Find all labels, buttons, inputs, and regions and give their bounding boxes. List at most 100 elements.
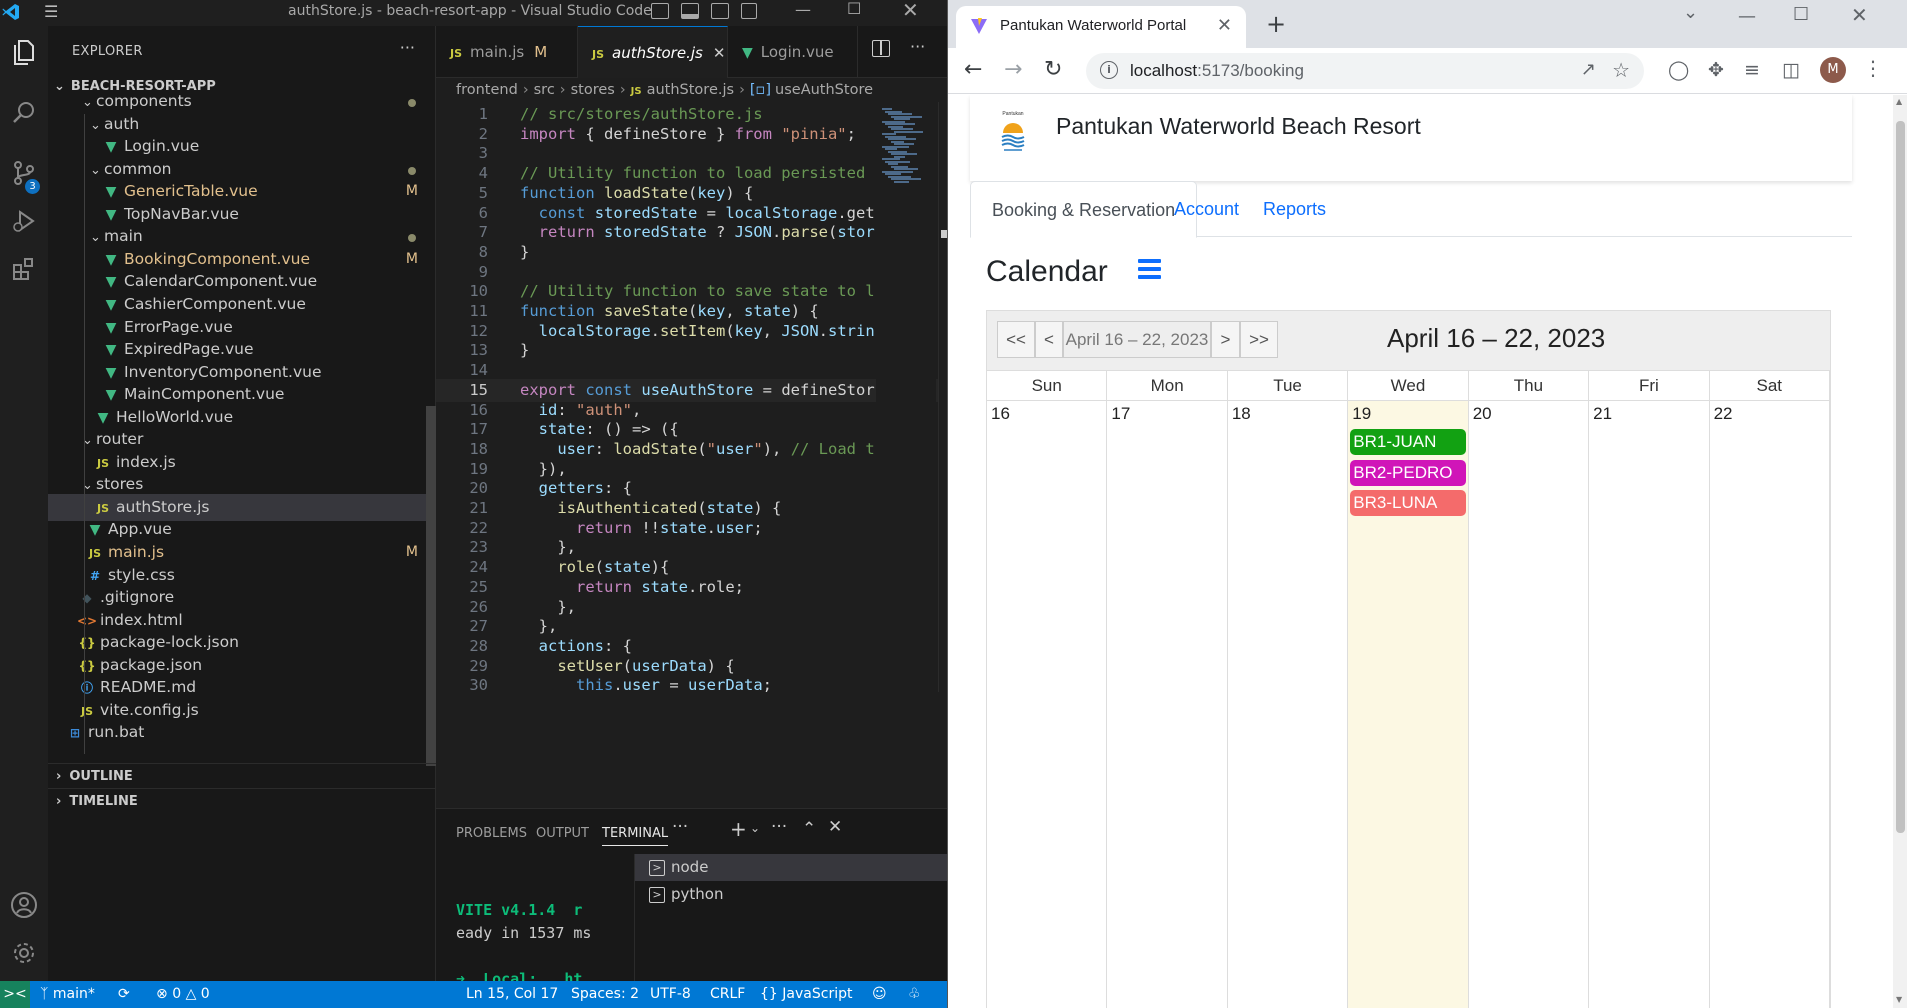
breadcrumb-item[interactable]: stores [571, 82, 615, 98]
media-queue-icon[interactable]: ≡ [1744, 59, 1760, 81]
day-cell[interactable]: 17 [1107, 401, 1228, 1008]
day-number[interactable]: 16 [991, 404, 1010, 424]
next-year-button[interactable]: >> [1240, 321, 1278, 358]
page-scrollbar[interactable]: ▲ ▼ [1893, 95, 1907, 1008]
tab-login-vue[interactable]: ▼ Login.vue [728, 26, 858, 78]
close-window-icon[interactable]: ✕ [902, 0, 919, 22]
accounts-icon[interactable] [4, 891, 44, 931]
toggle-panel-icon[interactable] [681, 3, 699, 19]
tab-output[interactable]: OUTPUT [536, 826, 589, 841]
tab-main-js[interactable]: JS main.js M [436, 26, 578, 78]
explorer-more-icon[interactable]: ··· [400, 38, 415, 57]
remote-icon[interactable]: >< [0, 981, 30, 1008]
chevron-down-icon[interactable]: ⌄ [750, 821, 760, 835]
search-icon[interactable] [4, 98, 44, 138]
resort-logo[interactable]: Pantukan [998, 109, 1028, 159]
code-editor[interactable]: 1// src/stores/authStore.js 2 import { def… [436, 102, 947, 692]
minimize-icon[interactable]: — [1738, 6, 1756, 27]
chrome-menu-icon[interactable]: ⋮ [1863, 56, 1883, 80]
split-editor-icon[interactable] [872, 40, 890, 57]
breadcrumb-item[interactable]: authStore.js [647, 82, 734, 98]
maximize-icon[interactable]: ☐ [847, 0, 861, 18]
panel-more-icon[interactable]: ··· [672, 817, 688, 837]
day-cell[interactable]: 21 [1589, 401, 1710, 1008]
language-mode[interactable]: {} JavaScript [760, 981, 852, 1008]
line-ending[interactable]: CRLF [710, 981, 745, 1008]
explorer-icon[interactable] [4, 38, 44, 78]
day-number[interactable]: 22 [1714, 404, 1733, 424]
customize-layout-icon[interactable] [741, 3, 757, 19]
hamburger-menu-icon[interactable] [1138, 257, 1162, 283]
maximize-panel-icon[interactable]: ⌃ [802, 819, 816, 839]
tab-problems[interactable]: PROBLEMS [456, 826, 527, 841]
bookmark-star-icon[interactable]: ☆ [1612, 58, 1630, 82]
breadcrumb-item[interactable]: frontend [456, 82, 518, 98]
day-cell[interactable]: 16 [987, 401, 1108, 1008]
indentation[interactable]: Spaces: 2 [571, 981, 639, 1008]
file-row[interactable]: ⊞ run.bat [48, 719, 436, 746]
close-tab-icon[interactable]: ✕ [1217, 15, 1232, 36]
address-bar[interactable]: i localhost:5173/booking ↗ ☆ [1086, 53, 1644, 89]
calendar-event[interactable]: BR2-PEDRO [1350, 459, 1466, 486]
timeline-section[interactable]: › TIMELINE [48, 788, 436, 814]
sidebar-scrollbar[interactable] [426, 406, 436, 766]
next-week-button[interactable]: > [1211, 321, 1240, 358]
tab-reports[interactable]: Reports [1242, 181, 1347, 237]
problems-status[interactable]: ⊗ 0 △ 0 [156, 981, 210, 1008]
extensions-puzzle-icon[interactable]: ✥ [1708, 59, 1724, 81]
new-tab-icon[interactable]: + [1266, 10, 1286, 38]
day-number[interactable]: 20 [1473, 404, 1492, 424]
breadcrumb-item[interactable]: src [534, 82, 555, 98]
tab-terminal[interactable]: TERMINAL [602, 826, 669, 846]
side-panel-icon[interactable]: ◫ [1782, 59, 1800, 81]
close-tab-icon[interactable]: ✕ [713, 44, 726, 62]
toggle-primary-sidebar-icon[interactable] [651, 3, 669, 19]
minimap[interactable] [876, 102, 936, 692]
tab-authstore-js[interactable]: JS authStore.js ✕ [578, 26, 728, 78]
prev-year-button[interactable]: << [997, 321, 1035, 358]
terminal-node[interactable]: > node [635, 854, 948, 881]
editor-scrollbar[interactable] [938, 102, 947, 692]
notifications-bell-icon[interactable]: ♧ [908, 981, 921, 1008]
day-number[interactable]: 21 [1593, 404, 1612, 424]
close-panel-icon[interactable]: ✕ [828, 817, 842, 837]
prev-week-button[interactable]: < [1035, 321, 1063, 358]
terminal-more-icon[interactable]: ··· [771, 817, 787, 837]
encoding[interactable]: UTF-8 [650, 981, 691, 1008]
tab-search-icon[interactable]: ⌄ [1683, 2, 1698, 23]
feedback-icon[interactable]: ☺ [872, 981, 887, 1008]
day-cell[interactable]: 18 [1228, 401, 1349, 1008]
calendar-event[interactable]: BR1-JUAN [1350, 429, 1466, 455]
profile-avatar[interactable]: M [1820, 57, 1846, 83]
site-title[interactable]: Pantukan Waterworld Beach Resort [1056, 113, 1421, 140]
day-cell[interactable]: 20 [1469, 401, 1590, 1008]
share-icon[interactable]: ↗ [1581, 59, 1596, 80]
outline-section[interactable]: › OUTLINE [48, 763, 436, 789]
day-number[interactable]: 18 [1232, 404, 1251, 424]
sync-icon[interactable]: ⟳ [118, 981, 130, 1008]
code-line[interactable]: 30 this.user = userData; [436, 674, 947, 692]
source-control-icon[interactable]: 3 [4, 158, 44, 198]
editor-more-icon[interactable]: ··· [910, 37, 925, 56]
back-arrow-icon[interactable]: ← [964, 57, 982, 82]
day-number[interactable]: 19 [1352, 404, 1371, 424]
calendar-event[interactable]: BR3-LUNA [1350, 490, 1466, 516]
new-terminal-icon[interactable]: + [730, 817, 747, 841]
terminal-python[interactable]: > python [635, 881, 948, 908]
browser-tab[interactable]: Pantukan Waterworld Portal ✕ [956, 6, 1246, 48]
date-range-button[interactable]: April 16 – 22, 2023 [1063, 321, 1211, 358]
close-window-icon[interactable]: ✕ [1851, 3, 1868, 27]
shield-extension-icon[interactable]: ◯ [1668, 59, 1689, 81]
toggle-secondary-sidebar-icon[interactable] [711, 3, 729, 19]
reload-icon[interactable]: ↻ [1044, 57, 1062, 82]
extensions-icon[interactable] [4, 254, 44, 294]
settings-gear-icon[interactable] [4, 939, 44, 979]
day-cell[interactable]: 22 [1710, 401, 1830, 1008]
cursor-position[interactable]: Ln 15, Col 17 [466, 981, 558, 1008]
menu-icon[interactable]: ☰ [44, 2, 58, 21]
terminal-output[interactable]: VITE v4.1.4 r eady in 1537 ms ➜ Local: ht [456, 899, 591, 991]
maximize-icon[interactable]: ☐ [1793, 4, 1809, 25]
breadcrumb-item[interactable]: useAuthStore [775, 82, 873, 98]
minimize-icon[interactable]: — [795, 0, 811, 19]
run-debug-icon[interactable] [4, 206, 44, 246]
